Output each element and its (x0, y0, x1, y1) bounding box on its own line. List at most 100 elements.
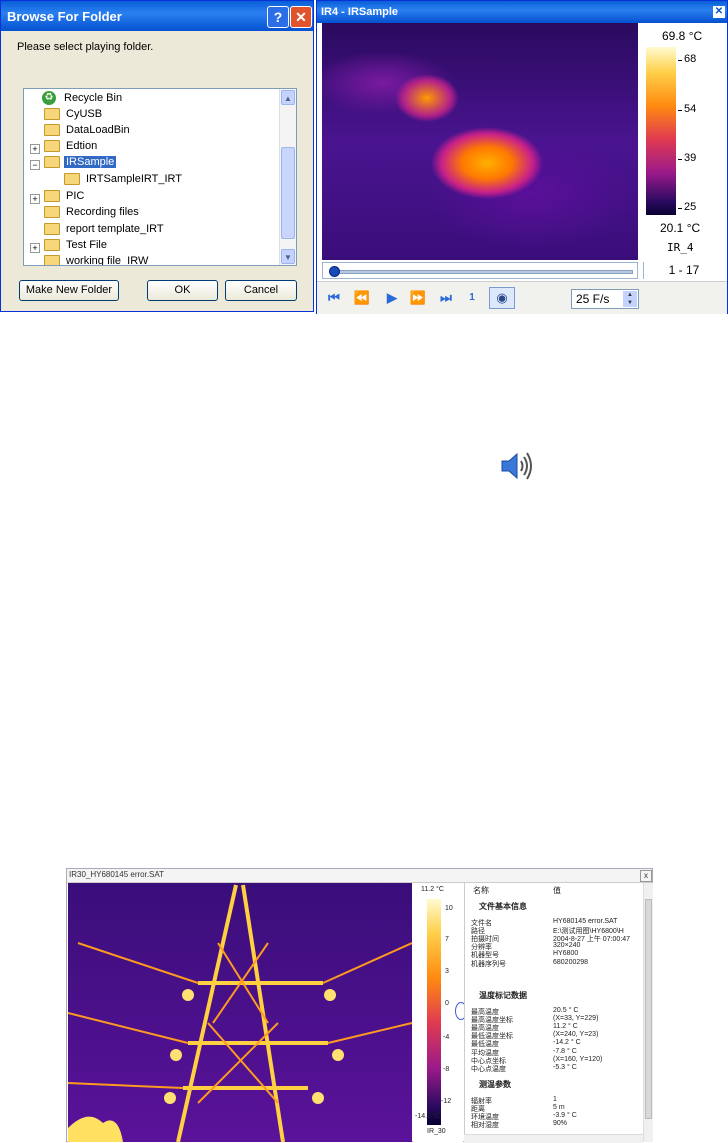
tree-item-label: Recording files (66, 206, 139, 219)
tree-item-pic[interactable]: PIC (44, 190, 86, 206)
thermal-image-power-tower (68, 883, 412, 1142)
scale-tick: -8 (443, 1066, 450, 1073)
tree-item-cyusb[interactable]: CyUSB (44, 108, 104, 124)
ir30-image-name: IR_30 (427, 1128, 446, 1135)
tree-item-irtsampleirt-irt[interactable]: IRTSampleIRT_IRT (64, 173, 184, 189)
max-temperature: 69.8 °C (662, 29, 703, 43)
ir30-max-temp: 11.2 °C (421, 886, 444, 893)
playback-slider[interactable] (322, 262, 638, 279)
scale-tick: 10 (445, 905, 453, 912)
column-header-name[interactable]: 名称 (473, 885, 489, 896)
tree-item-label: working file_IRW (66, 255, 149, 266)
tree-item-test-file[interactable]: Test File (44, 239, 109, 255)
property-value: -5.3 ° C (553, 1063, 577, 1071)
folder-tree[interactable]: ♻ Recycle Bin CyUSB DataLoadBin + Edtion … (23, 88, 297, 266)
property-value: 90% (553, 1120, 568, 1128)
last-frame-icon[interactable]: ⏭ (437, 291, 455, 305)
property-value: (X=33, Y=229) (553, 1015, 599, 1023)
collapse-icon[interactable]: − (30, 160, 40, 170)
ir30-title: IR30_HY680145 error.SAT (69, 870, 165, 879)
property-name: 相对湿度 (471, 1122, 499, 1130)
tree-item-label: DataLoadBin (66, 124, 130, 137)
thermal-image (322, 23, 638, 260)
property-value: 11.2 ° C (553, 1023, 578, 1031)
slider-knob[interactable] (329, 266, 340, 277)
tree-item-label: CyUSB (66, 108, 103, 121)
ir30-titlebar: IR30_HY680145 error.SAT x (67, 869, 652, 883)
property-name: 机器序列号 (471, 960, 506, 968)
close-icon[interactable]: ✕ (713, 6, 725, 18)
folder-icon (44, 108, 60, 121)
tower-thermal-render (68, 883, 412, 1142)
close-icon[interactable]: ✕ (290, 6, 312, 28)
scale-tick: 54 (677, 103, 697, 115)
scroll-thumb[interactable] (281, 147, 295, 239)
tree-item-label: report template_IRT (66, 223, 164, 236)
first-frame-icon[interactable]: ⏮ (325, 291, 343, 305)
recycle-bin-icon: ♻ (42, 91, 56, 105)
tree-item-label: IRTSampleIRT_IRT (86, 173, 182, 186)
expand-icon[interactable]: + (30, 194, 40, 204)
tree-item-edtion[interactable]: Edtion (44, 140, 99, 156)
property-value: HY680145 error.SAT (553, 918, 618, 925)
column-header-value[interactable]: 值 (553, 885, 561, 896)
scroll-up-icon[interactable]: ▲ (281, 90, 295, 105)
tree-scrollbar[interactable]: ▲ ▼ (279, 89, 296, 265)
player-title: IR4 - IRSample (321, 6, 399, 18)
tree-item-label: IRSample (64, 156, 117, 169)
property-value: 680200298 (553, 958, 589, 966)
tree-item-dataloadbin[interactable]: DataLoadBin (44, 124, 132, 140)
ir-player-window: IR4 - IRSample ✕ 69.8 °C 68 54 39 25 20.… (316, 0, 728, 314)
tree-item-label: Test File (66, 239, 107, 252)
property-value: 20.5 ° C (553, 1007, 579, 1014)
scale-tick: 39 (677, 152, 697, 164)
cancel-button[interactable]: Cancel (225, 280, 297, 301)
dialog-prompt: Please select playing folder. (17, 41, 154, 53)
scale-tick: 0 (445, 1000, 449, 1007)
property-value: 320×240 (553, 942, 581, 950)
scale-tick: 25 (677, 201, 697, 213)
step-icon[interactable]: 1 (463, 291, 481, 305)
tree-item-recording-files[interactable]: Recording files (44, 206, 141, 222)
speaker-icon[interactable] (500, 450, 534, 482)
section-header[interactable]: 测温参数 (479, 1079, 511, 1090)
expand-icon[interactable]: + (30, 144, 40, 154)
player-titlebar: IR4 - IRSample ✕ (317, 1, 727, 23)
tree-item-label: Recycle Bin (64, 92, 123, 104)
scale-tick: 68 (677, 53, 697, 65)
ok-button[interactable]: OK (147, 280, 218, 301)
section-header[interactable]: 温度标记数据 (479, 990, 527, 1001)
frame-rate-input[interactable]: 25 F/s ▲ ▼ (571, 289, 639, 309)
property-value: 1 (553, 1096, 557, 1103)
open-folder-icon (44, 156, 60, 169)
close-icon[interactable]: x (640, 870, 652, 882)
frame-rate-value: 25 F/s (576, 292, 610, 306)
property-value: HY6800 (553, 950, 579, 958)
folder-icon (44, 255, 60, 265)
scale-tick: -12 (441, 1098, 452, 1105)
section-header[interactable]: 文件基本信息 (479, 901, 527, 912)
play-icon[interactable]: ▶ (383, 291, 401, 305)
property-value: -7.8 ° C (553, 1047, 577, 1055)
spinner-icon[interactable]: ▲ ▼ (623, 291, 637, 307)
tree-item-working-file[interactable]: working file_IRW (44, 255, 150, 266)
tree-item-report-template[interactable]: report template_IRT (44, 223, 166, 239)
folder-icon (64, 173, 80, 186)
ir30-info-table: 名称 值 文件基本信息 文件名 HY680145 error.SAT 路径 E:\测试用… (464, 883, 643, 1142)
property-value: (X=240, Y=23) (553, 1031, 599, 1039)
rewind-icon[interactable]: ⏪ (353, 291, 371, 305)
ir30-vertical-scrollbar[interactable] (643, 883, 653, 1142)
scroll-thumb[interactable] (645, 899, 652, 1119)
image-name: IR_4 (667, 241, 694, 254)
step-label: 1 (469, 292, 475, 303)
fast-forward-icon[interactable]: ⏩ (409, 291, 427, 305)
expand-icon[interactable]: + (30, 243, 40, 253)
tree-item-recycle-bin[interactable]: ♻ Recycle Bin (42, 91, 124, 107)
make-new-folder-button[interactable]: Make New Folder (19, 280, 119, 301)
scroll-down-icon[interactable]: ▼ (281, 249, 295, 264)
property-value: 5 m (553, 1104, 565, 1112)
help-icon[interactable]: ? (267, 6, 289, 28)
tree-item-irsample[interactable]: IRSample (44, 156, 117, 172)
folder-icon (44, 190, 60, 203)
camera-icon[interactable]: ◉ (489, 287, 515, 309)
